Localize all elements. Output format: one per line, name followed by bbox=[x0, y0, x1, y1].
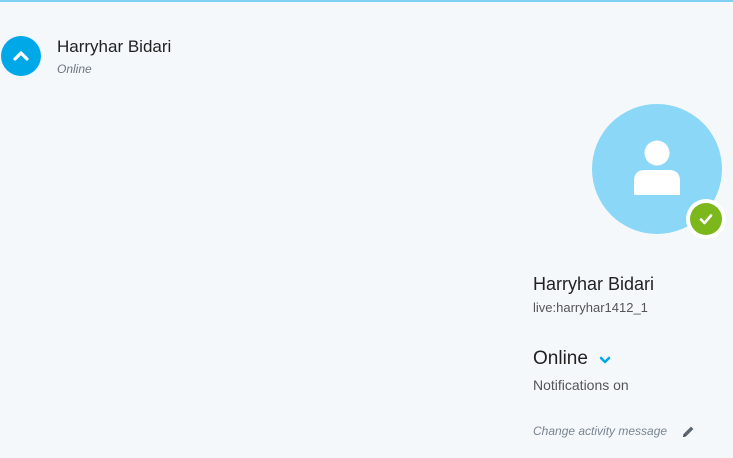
profile-display-name: Harryhar Bidari bbox=[533, 274, 655, 294]
profile-panel: Harryhar Bidari live:harryhar1412_1 Onli… bbox=[533, 104, 733, 458]
header-contact-name: Harryhar Bidari bbox=[57, 37, 172, 56]
pencil-icon[interactable] bbox=[682, 425, 695, 438]
profile-skype-id: live:harryhar1412_1 bbox=[533, 300, 648, 315]
header-status-text: Online bbox=[57, 62, 92, 76]
activity-message-placeholder[interactable]: Change activity message bbox=[533, 424, 667, 438]
change-activity-message[interactable]: Change activity message bbox=[533, 424, 695, 438]
checkmark-icon bbox=[699, 214, 713, 225]
person-icon bbox=[634, 140, 680, 195]
chevron-down-icon bbox=[599, 356, 611, 364]
collapse-button[interactable] bbox=[1, 36, 41, 76]
chevron-up-icon bbox=[13, 51, 29, 61]
presence-indicator bbox=[686, 199, 726, 239]
status-label: Online bbox=[533, 348, 588, 369]
notifications-status[interactable]: Notifications on bbox=[533, 377, 629, 393]
presence-online-dot bbox=[690, 203, 722, 235]
status-dropdown[interactable]: Online bbox=[533, 348, 612, 370]
conversation-header: Harryhar Bidari Online bbox=[0, 0, 733, 100]
